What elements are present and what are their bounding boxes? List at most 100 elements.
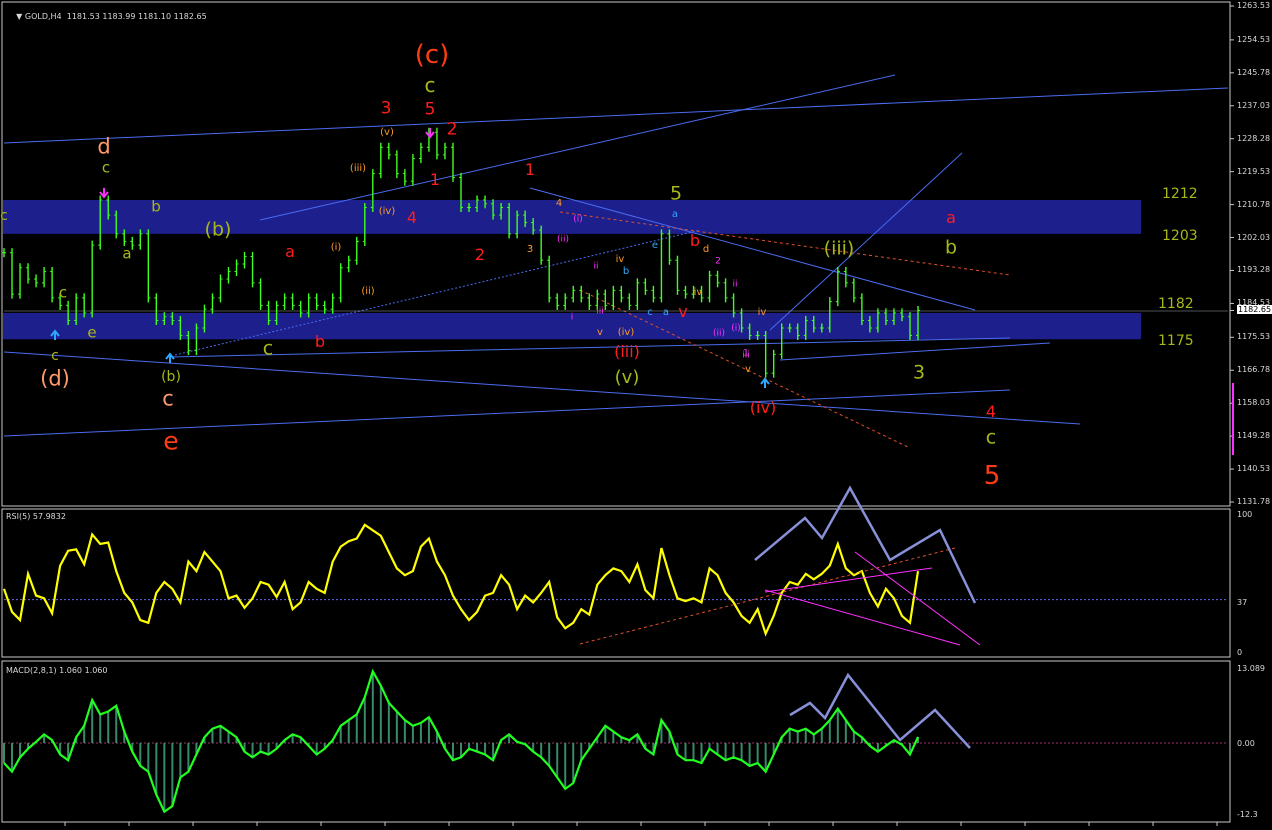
price-scale-label: 1237.03 (1237, 100, 1271, 110)
macd-scale-zero: 0.00 (1237, 739, 1255, 748)
wave-count-label: c (162, 386, 174, 411)
macd-histogram-bar (796, 731, 799, 743)
wave-count-label: iii (596, 306, 604, 317)
macd-histogram-bar (692, 743, 695, 761)
macd-histogram-bar (828, 720, 831, 743)
wave-count-label: (iv) (378, 206, 396, 217)
wave-count-label: (b) (161, 369, 181, 385)
wave-count-label: 1 (429, 170, 441, 189)
macd-histogram-bar (187, 743, 190, 772)
macd-histogram-bar (764, 743, 767, 772)
wave-count-label: iv (615, 254, 625, 265)
level-label-1175: 1175 (1158, 333, 1194, 349)
wave-count-label: 5 (983, 461, 1001, 491)
wave-count-label: e (651, 240, 659, 251)
price-scale-label: 1158.03 (1237, 398, 1271, 408)
macd-histogram-bar (836, 708, 839, 743)
wave-count-label: c (0, 208, 8, 224)
wave-count-label: 2 (446, 119, 458, 140)
macd-histogram-bar (732, 743, 735, 758)
wave-count-label: v (597, 327, 603, 338)
macd-histogram-bar (395, 711, 398, 743)
wave-count-label: v (745, 364, 751, 375)
macd-histogram-bar (347, 720, 350, 743)
wave-count-label: (ii) (712, 328, 726, 339)
wave-count-label: b (944, 236, 958, 259)
macd-histogram-bar (484, 743, 487, 755)
wave-count-label: a (285, 242, 295, 261)
wave-count-label: (d) (40, 366, 70, 391)
level-label-1203: 1203 (1162, 228, 1198, 244)
wave-count-label: (iv) (617, 327, 635, 338)
wave-count-label: c (985, 426, 997, 449)
level-zone-1212 (3, 199, 1141, 234)
wave-count-label: (b) (204, 218, 232, 241)
scale-highlight (1232, 383, 1234, 455)
price-scale-label: 1245.78 (1237, 67, 1271, 77)
wave-count-label: (c) (414, 40, 450, 70)
price-scale-label: 1131.78 (1237, 497, 1271, 506)
dropdown-triangle-icon[interactable]: ▼ (16, 12, 25, 21)
wave-count-label: b (622, 266, 630, 277)
trendline (779, 342, 1051, 361)
price-scale-label: 1254.53 (1237, 34, 1271, 44)
chart-canvas[interactable] (0, 0, 1272, 826)
macd-histogram-bar (219, 725, 222, 743)
macd-histogram-bar (251, 743, 254, 758)
rsi-scale-0: 0 (1237, 648, 1243, 657)
macd-header: MACD(2,8,1) 1.060 1.060 (6, 666, 108, 675)
wave-count-label: b (314, 332, 326, 351)
wave-count-label: 2 (715, 256, 721, 267)
wave-count-label: c (424, 73, 436, 97)
macd-histogram-bar (820, 728, 823, 743)
macd-histogram-bar (724, 743, 727, 761)
wave-count-label: (v) (614, 367, 640, 388)
wave-count-label: 3 (912, 361, 926, 384)
rsi-header: RSI(5) 57.9832 (6, 512, 66, 521)
wave-count-label: b (689, 231, 701, 250)
macd-histogram-bar (403, 720, 406, 743)
trendline (3, 87, 1229, 144)
wave-count-label: (v) (380, 127, 394, 138)
current-price-label: 1182.65 (1237, 305, 1272, 315)
macd-histogram-bar (259, 743, 262, 752)
symbol-label: GOLD,H4 (24, 12, 62, 21)
macd-histogram-bar (363, 697, 366, 743)
wave-count-label: 1 (743, 348, 749, 359)
macd-histogram-bar (179, 743, 182, 778)
macd-histogram-bar (155, 743, 158, 795)
macd-histogram-bar (427, 717, 430, 743)
macd-signal-line (3, 668, 920, 814)
wave-count-label: ii (593, 261, 599, 272)
macd-histogram-bar (379, 685, 382, 743)
macd-histogram-bar (171, 743, 174, 807)
macd-histogram-bar (147, 743, 150, 772)
macd-histogram-bar (91, 700, 94, 743)
wave-count-label: 3 (526, 244, 534, 255)
wave-count-label: e (163, 426, 179, 456)
level-label-1182: 1182 (1158, 296, 1194, 312)
wave-count-label: iv (757, 307, 767, 318)
macd-histogram-bar (11, 743, 14, 772)
wave-count-label: 5 (424, 99, 436, 120)
macd-histogram-bar (107, 711, 110, 743)
level-label-1212: 1212 (1162, 186, 1198, 202)
wave-count-label: 4 (985, 402, 997, 421)
macd-histogram-bar (163, 743, 166, 812)
macd-histogram-bar (684, 743, 687, 761)
wave-count-label: d (702, 244, 710, 255)
macd-histogram-bar (804, 728, 807, 743)
wave-count-label: c (262, 337, 274, 360)
wave-count-label: c (58, 283, 68, 302)
wave-count-label: 4 (555, 198, 563, 209)
trendline (3, 389, 1011, 437)
rsi-line (2, 523, 920, 637)
wave-count-label: (iii) (614, 342, 640, 361)
price-scale-label: 1263.53 (1237, 1, 1271, 10)
wave-count-label: 3 (380, 98, 392, 119)
wave-count-label: (iv) (749, 398, 777, 417)
pane-frame-2 (1, 660, 1231, 823)
macd-histogram-bar (99, 714, 102, 743)
rsi-scale-100: 100 (1237, 510, 1253, 519)
chart-window[interactable]: ▼ GOLD,H4 1181.53 1183.99 1181.10 1182.6… (0, 0, 1272, 826)
